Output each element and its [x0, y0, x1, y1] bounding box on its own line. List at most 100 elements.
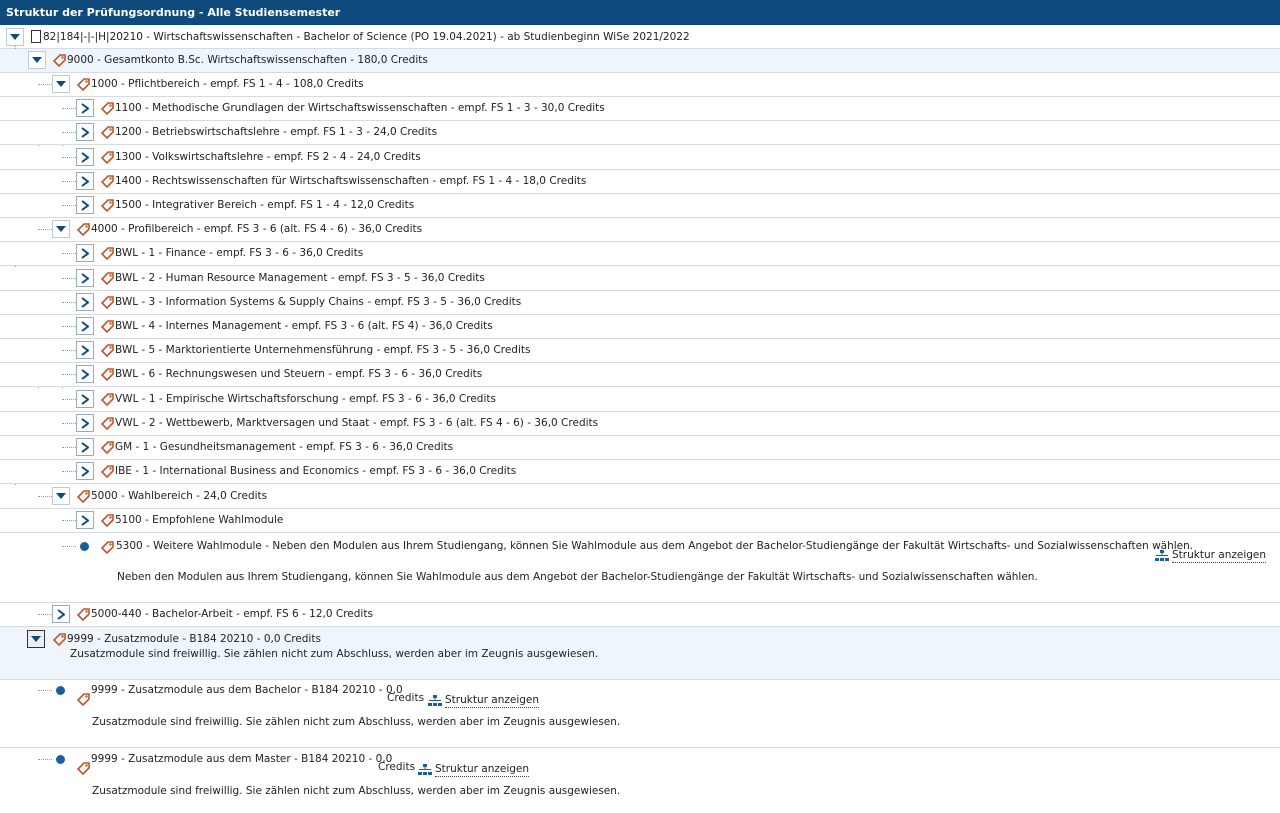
- row-description: Zusatzmodule sind freiwillig. Sie zählen…: [92, 716, 621, 728]
- tree-branch-line: [62, 181, 76, 182]
- tree-branch-line: [38, 690, 52, 691]
- expand-button[interactable]: [76, 148, 94, 166]
- collapse-button[interactable]: [27, 630, 45, 648]
- collapse-root-button[interactable]: [6, 28, 24, 46]
- row-label: 4000 - Profilbereich - empf. FS 3 - 6 (a…: [91, 223, 423, 235]
- tag-icon: [101, 465, 114, 478]
- expand-button[interactable]: [76, 317, 94, 335]
- tree-row: BWL - 1 - Finance - empf. FS 3 - 6 - 36,…: [0, 242, 1280, 266]
- tree-branch-line: [38, 496, 52, 497]
- expand-button[interactable]: [76, 293, 94, 311]
- row-description: Zusatzmodule sind freiwillig. Sie zählen…: [92, 785, 621, 797]
- tree-row: 1500 - Integrativer Bereich - empf. FS 1…: [0, 194, 1280, 218]
- row-label: BWL - 1 - Finance - empf. FS 3 - 6 - 36,…: [115, 247, 364, 259]
- expand-button[interactable]: [52, 605, 70, 623]
- row-label: 9000 - Gesamtkonto B.Sc. Wirtschaftswiss…: [67, 54, 428, 66]
- expand-button[interactable]: [76, 414, 94, 432]
- tag-icon: [101, 368, 114, 381]
- tag-icon: [77, 223, 90, 236]
- chevron-right-icon: [81, 151, 89, 163]
- row-label: VWL - 1 - Empirische Wirtschaftsforschun…: [115, 393, 496, 405]
- tree-branch-line: [62, 302, 76, 303]
- chevron-right-icon: [57, 608, 65, 620]
- row-label: BWL - 5 - Marktorientierte Unternehmensf…: [115, 344, 531, 356]
- tag-icon: [101, 102, 114, 115]
- row-label: BWL - 3 - Information Systems & Supply C…: [115, 296, 522, 308]
- tag-icon: [101, 247, 114, 260]
- row-label: 1400 - Rechtswissenschaften für Wirtscha…: [115, 175, 587, 187]
- tag-icon: [101, 514, 114, 527]
- expand-button[interactable]: [76, 123, 94, 141]
- tree-row: 4000 - Profilbereich - empf. FS 3 - 6 (a…: [0, 218, 1280, 242]
- tree-branch-line: [38, 614, 52, 615]
- show-structure-link[interactable]: Struktur anzeigen: [428, 693, 540, 708]
- expand-button[interactable]: [76, 99, 94, 117]
- expand-button[interactable]: [76, 438, 94, 456]
- row-label: 9999 - Zusatzmodule aus dem Master - B18…: [91, 753, 393, 765]
- show-structure-link[interactable]: Struktur anzeigen: [418, 762, 530, 777]
- expand-button[interactable]: [76, 172, 94, 190]
- tree-row: VWL - 2 - Wettbewerb, Marktversagen und …: [0, 412, 1280, 436]
- tree-branch-line: [62, 399, 76, 400]
- dot-icon: [56, 686, 65, 695]
- tag-icon: [101, 126, 114, 139]
- chevron-right-icon: [81, 126, 89, 138]
- chevron-down-icon: [56, 226, 66, 232]
- expand-button[interactable]: [76, 390, 94, 408]
- expand-button[interactable]: [76, 341, 94, 359]
- expand-button[interactable]: [76, 511, 94, 529]
- chevron-right-icon: [81, 102, 89, 114]
- tree-branch-line: [62, 253, 76, 254]
- tree-branch-line: [62, 132, 76, 133]
- show-structure-label: Struktur anzeigen: [445, 694, 540, 708]
- row-description: Neben den Modulen aus Ihrem Studiengang,…: [117, 571, 1038, 583]
- tree-row: BWL - 5 - Marktorientierte Unternehmensf…: [0, 339, 1280, 363]
- row-label: 9999 - Zusatzmodule aus dem Bachelor - B…: [91, 684, 403, 696]
- root-label: 82|184|-|-|H|20210 - Wirtschaftswissensc…: [43, 31, 690, 43]
- tree-branch-line: [62, 374, 76, 375]
- show-structure-link[interactable]: Struktur anzeigen: [1155, 548, 1267, 563]
- tag-icon: [101, 272, 114, 285]
- chevron-right-icon: [81, 393, 89, 405]
- tag-icon: [77, 608, 90, 621]
- expand-button[interactable]: [76, 269, 94, 287]
- collapse-button[interactable]: [52, 487, 70, 505]
- tree-row: 9000 - Gesamtkonto B.Sc. Wirtschaftswiss…: [0, 49, 1280, 73]
- tree-row: 5000 - Wahlbereich - 24,0 Credits: [0, 485, 1280, 509]
- expand-button[interactable]: [76, 196, 94, 214]
- chevron-down-icon: [56, 81, 66, 87]
- tag-icon: [53, 54, 66, 67]
- chevron-down-icon: [10, 34, 20, 40]
- chevron-right-icon: [81, 514, 89, 526]
- tree-row-bachelorarbeit: 5000-440 - Bachelor-Arbeit - empf. FS 6 …: [0, 603, 1280, 627]
- tag-icon: [101, 344, 114, 357]
- tree-row: VWL - 1 - Empirische Wirtschaftsforschun…: [0, 388, 1280, 412]
- row-label: BWL - 2 - Human Resource Management - em…: [115, 272, 485, 284]
- tree-branch-line: [62, 278, 76, 279]
- collapse-button[interactable]: [52, 75, 70, 93]
- tree-row-root: 82|184|-|-|H|20210 - Wirtschaftswissensc…: [0, 25, 1280, 49]
- row-label: 5100 - Empfohlene Wahlmodule: [115, 514, 284, 526]
- chevron-right-icon: [81, 175, 89, 187]
- tree-branch-line: [62, 520, 76, 521]
- hierarchy-icon: [1155, 549, 1169, 561]
- expand-button[interactable]: [76, 244, 94, 262]
- tag-icon: [101, 441, 114, 454]
- row-label: GM - 1 - Gesundheitsmanagement - empf. F…: [115, 441, 454, 453]
- chevron-down-icon: [31, 636, 41, 642]
- tree-branch-line: [62, 157, 76, 158]
- collapse-button[interactable]: [28, 51, 46, 69]
- expand-button[interactable]: [76, 462, 94, 480]
- tree-row-zusatz: 9999 - Zusatzmodule - B184 20210 - 0,0 C…: [0, 627, 1280, 680]
- tree-branch-line: [62, 108, 76, 109]
- tree-branch-line: [38, 759, 52, 760]
- expand-button[interactable]: [76, 365, 94, 383]
- row-label: 1500 - Integrativer Bereich - empf. FS 1…: [115, 199, 415, 211]
- tag-icon: [77, 490, 90, 503]
- row-label: 1100 - Methodische Grundlagen der Wirtsc…: [115, 102, 605, 114]
- tag-icon: [101, 175, 114, 188]
- collapse-button[interactable]: [52, 220, 70, 238]
- show-structure-label: Struktur anzeigen: [1172, 549, 1267, 563]
- tree-row: 5100 - Empfohlene Wahlmodule: [0, 509, 1280, 533]
- chevron-right-icon: [81, 272, 89, 284]
